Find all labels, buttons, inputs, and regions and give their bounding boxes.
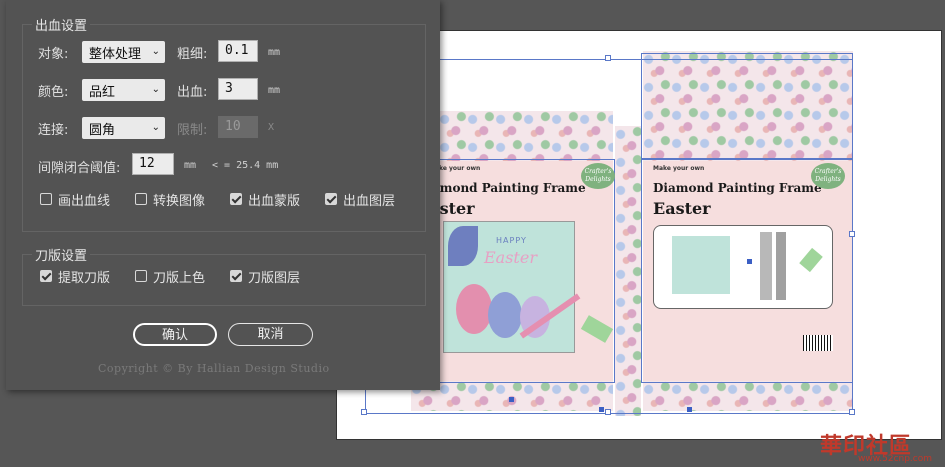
bleed-mask-checkbox[interactable] (230, 193, 242, 205)
draw-bleed-line-checkbox[interactable] (40, 193, 52, 205)
extract-die-label: 提取刀版 (58, 271, 111, 286)
egg-shape (456, 284, 492, 334)
barcode (803, 335, 833, 351)
right-brand-badge: Crafter's Delights (811, 163, 845, 189)
product-window (653, 225, 833, 309)
right-subtitle: Easter (653, 199, 711, 218)
die-layer-checkbox[interactable] (230, 270, 242, 282)
anchor-marker (599, 407, 604, 412)
selection-handle[interactable] (849, 409, 855, 415)
card-easter-text: Easter (484, 248, 537, 267)
limit-input[interactable]: 10 (218, 116, 258, 138)
selection-handle[interactable] (849, 231, 855, 237)
gap-threshold-input[interactable]: 12 (132, 153, 174, 175)
draw-bleed-line-label: 画出血线 (58, 194, 111, 209)
join-label: 连接: (38, 123, 69, 138)
cancel-button[interactable]: 取消 (228, 323, 313, 346)
anchor-marker (747, 259, 752, 264)
dieline-right-top (641, 53, 853, 159)
left-brand-badge: Crafter's Delights (581, 163, 615, 189)
tool-strip (776, 232, 786, 300)
card-happy-text: HAPPY (496, 236, 527, 245)
bleed-dialog: 出血设置 对象: 整体处理 ⌄ 粗细: 0.1 mm 颜色: 品红 ⌄ 出血: … (6, 0, 440, 390)
copyright-text: Copyright © By Hallian Design Studio (98, 362, 330, 375)
right-title: Diamond Painting Frame (653, 181, 822, 195)
bleed-input[interactable]: 3 (218, 78, 258, 100)
watermark-url: www.52cnp.com (858, 454, 933, 464)
bleed-layer-label: 出血图层 (343, 194, 396, 209)
anchor-marker (687, 407, 692, 412)
chevron-down-icon: ⌄ (151, 122, 160, 133)
stroke-unit: mm (268, 47, 281, 58)
bleed-mask-label: 出血蒙版 (248, 194, 301, 209)
card-artwork: HAPPY Easter (443, 221, 575, 353)
color-die-checkbox[interactable] (135, 270, 147, 282)
stroke-label: 粗细: (177, 47, 208, 62)
die-settings-title: 刀版设置 (32, 245, 91, 264)
limit-label: 限制: (177, 123, 208, 138)
stroke-input[interactable]: 0.1 (218, 40, 258, 62)
color-die-label: 刀版上色 (153, 271, 206, 286)
bleed-label: 出血: (177, 85, 208, 100)
anchor-marker (509, 397, 514, 402)
color-label: 颜色: (38, 85, 69, 100)
mini-tag (799, 247, 823, 273)
chevron-down-icon: ⌄ (151, 46, 160, 57)
die-layer-label: 刀版图层 (248, 271, 301, 286)
convert-image-checkbox[interactable] (135, 193, 147, 205)
gap-threshold-unit: mm (184, 160, 197, 171)
limit-unit: X (268, 122, 275, 133)
color-select-value: 品红 (89, 85, 116, 100)
chevron-down-icon: ⌄ (151, 84, 160, 95)
selection-handle[interactable] (605, 409, 611, 415)
confirm-button[interactable]: 确认 (133, 323, 217, 346)
right-make-text: Make your own (653, 165, 705, 172)
bleed-unit: mm (268, 85, 281, 96)
selection-handle[interactable] (361, 409, 367, 415)
join-select[interactable]: 圆角 ⌄ (82, 117, 165, 139)
color-select[interactable]: 品红 ⌄ (82, 79, 165, 101)
leaf-shape (448, 226, 478, 266)
tool-strip (760, 232, 772, 300)
extract-die-checkbox[interactable] (40, 270, 52, 282)
bleed-layer-checkbox[interactable] (325, 193, 337, 205)
egg-shape (488, 292, 522, 338)
convert-image-label: 转换图像 (153, 194, 206, 209)
left-title: Diamond Painting Frame (417, 181, 586, 195)
gap-threshold-note: < = 25.4 mm (212, 160, 279, 171)
bleed-settings-title: 出血设置 (32, 15, 91, 34)
mini-card (672, 236, 730, 294)
object-select-value: 整体处理 (89, 47, 142, 62)
object-select[interactable]: 整体处理 ⌄ (82, 41, 165, 63)
object-label: 对象: (38, 47, 69, 62)
selection-handle[interactable] (605, 55, 611, 61)
join-select-value: 圆角 (89, 123, 116, 138)
gap-threshold-label: 间隙闭合阈值: (38, 161, 121, 176)
